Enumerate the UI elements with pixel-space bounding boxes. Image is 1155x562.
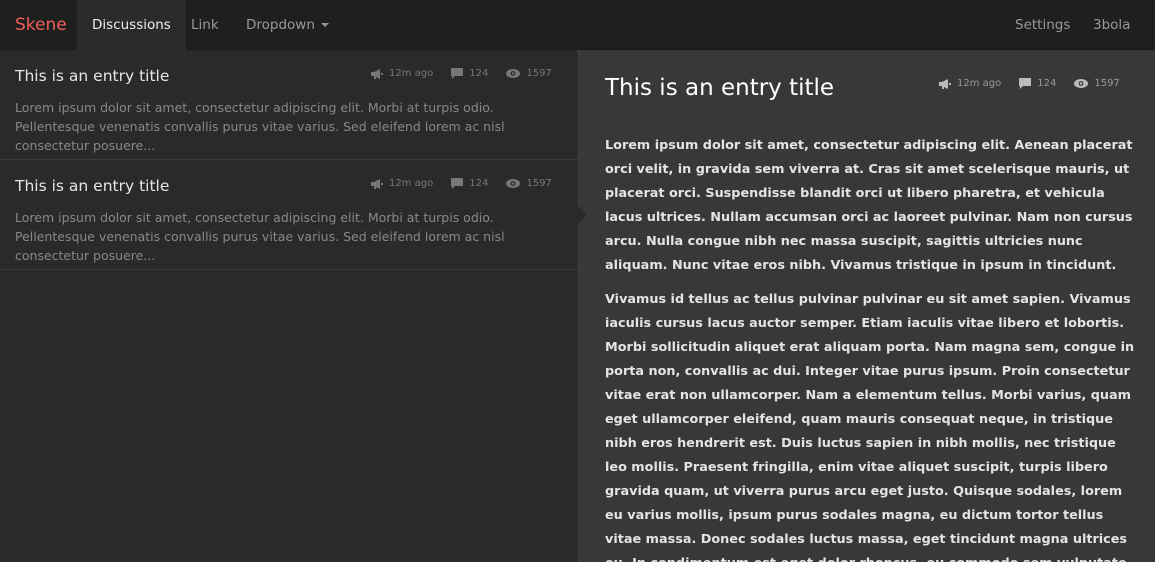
entry-detail-pane: This is an entry title 12m ago 124 1597 … (578, 50, 1155, 562)
detail-comment-count: 124 (1037, 78, 1057, 89)
chevron-down-icon (320, 23, 329, 27)
entry-view-count: 1597 (526, 178, 552, 189)
entry-comment-count: 124 (469, 68, 489, 79)
nav-item-link[interactable]: Link (176, 0, 234, 50)
entry-time: 12m ago (389, 68, 434, 79)
entry-view-count: 1597 (526, 68, 552, 79)
top-navbar: Skene Discussions Link Dropdown Settings… (0, 0, 1155, 77)
selection-pointer (578, 206, 587, 224)
entry-meta: 12m ago 124 1597 (370, 178, 552, 189)
entry-meta: 12m ago 124 1597 (370, 68, 552, 79)
comment-bubble-icon (1019, 78, 1032, 89)
detail-body: Lorem ipsum dolor sit amet, consectetur … (605, 134, 1135, 562)
eye-icon (506, 69, 521, 78)
comment-bubble-icon (451, 68, 464, 79)
list-item[interactable]: This is an entry title 12m ago 124 1597 (0, 160, 578, 270)
brand-logo[interactable]: Skene (15, 0, 67, 50)
nav-item-settings[interactable]: Settings (1000, 0, 1085, 50)
entry-title: This is an entry title (15, 177, 170, 195)
user-menu[interactable]: 3bola (1078, 0, 1155, 77)
entry-excerpt: Lorem ipsum dolor sit amet, consectetur … (15, 210, 505, 263)
entry-time: 12m ago (389, 178, 434, 189)
list-item[interactable]: This is an entry title 12m ago 124 1597 (0, 50, 578, 160)
megaphone-icon (938, 78, 951, 89)
detail-paragraph: Vivamus id tellus ac tellus pulvinar pul… (605, 292, 1135, 562)
entry-comment-count: 124 (469, 178, 489, 189)
detail-meta: 12m ago 124 1597 (938, 78, 1120, 89)
detail-title: This is an entry title (605, 75, 835, 101)
eye-icon (506, 179, 521, 188)
comment-bubble-icon (451, 178, 464, 189)
entry-excerpt: Lorem ipsum dolor sit amet, consectetur … (15, 100, 505, 153)
megaphone-icon (370, 178, 383, 189)
entry-list: This is an entry title 12m ago 124 1597 (0, 50, 578, 562)
detail-time: 12m ago (957, 78, 1002, 89)
nav-item-discussions[interactable]: Discussions (77, 0, 186, 50)
eye-icon (1074, 79, 1089, 88)
nav-item-dropdown[interactable]: Dropdown (231, 0, 344, 50)
detail-view-count: 1597 (1094, 78, 1120, 89)
user-menu-label: 3bola (1093, 17, 1131, 33)
entry-title: This is an entry title (15, 67, 170, 85)
nav-item-dropdown-label: Dropdown (246, 17, 315, 33)
megaphone-icon (370, 68, 383, 79)
detail-paragraph: Lorem ipsum dolor sit amet, consectetur … (605, 138, 1133, 273)
